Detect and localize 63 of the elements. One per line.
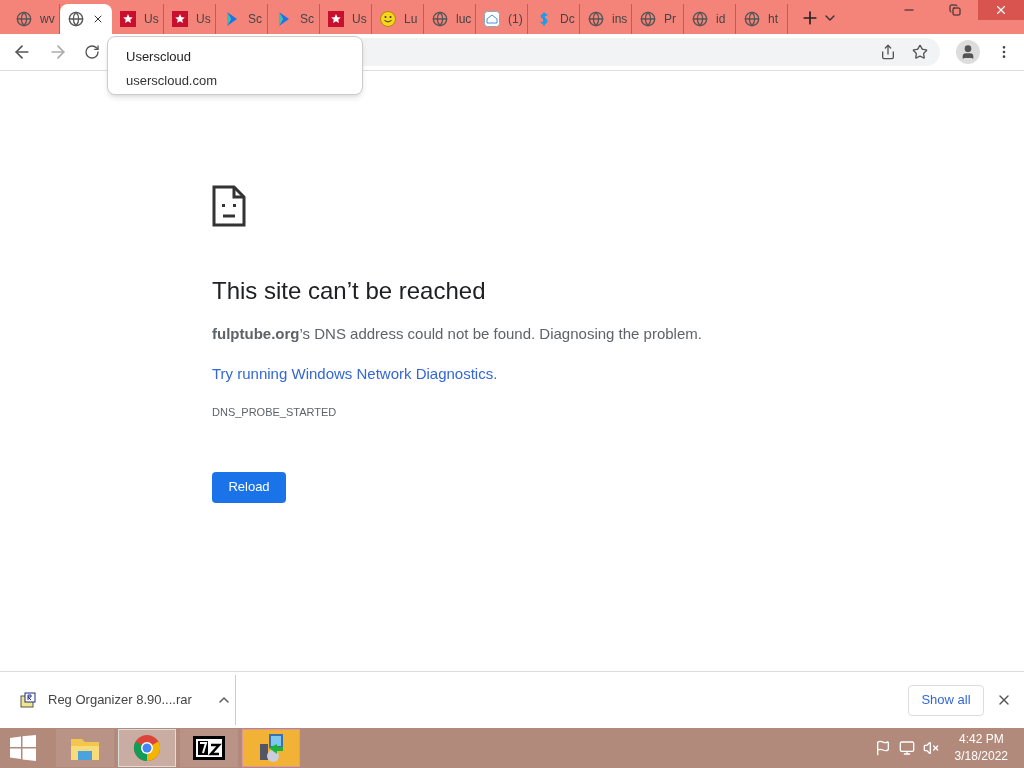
download-filename[interactable]: Reg Organizer 8.90....rar — [48, 690, 192, 710]
clock-date[interactable]: 3/18/2022 — [954, 748, 1008, 765]
tab-title: Sc — [300, 11, 314, 28]
smiley-icon — [380, 11, 396, 27]
error-code: DNS_PROBE_STARTED — [212, 405, 337, 420]
share-icon[interactable] — [880, 44, 896, 60]
network-icon[interactable] — [898, 740, 915, 756]
tab-title: Pr — [664, 11, 676, 28]
browser-tab[interactable]: Lu — [372, 4, 424, 34]
globe-icon — [744, 11, 760, 27]
browser-tab[interactable]: ins — [580, 4, 632, 34]
browser-tab[interactable]: Us — [320, 4, 372, 34]
archiver-icon — [193, 736, 225, 760]
tooltip-title: Userscloud — [126, 48, 193, 66]
globe-icon — [68, 11, 84, 27]
taskbar-app[interactable] — [180, 729, 238, 767]
show-all-button[interactable]: Show all — [908, 684, 984, 716]
globe-icon — [16, 11, 32, 27]
tab-title: id — [716, 11, 726, 28]
profile-avatar[interactable] — [956, 40, 980, 64]
browser-tab[interactable]: Sc — [268, 4, 320, 34]
tab-title: ht — [768, 11, 778, 28]
browser-tab[interactable]: Pr — [632, 4, 684, 34]
globe-icon — [588, 11, 604, 27]
chrome-icon — [133, 734, 161, 762]
tab-title: Lu — [404, 11, 418, 28]
error-title: This site can’t be reached — [212, 276, 486, 306]
browser-tab[interactable]: luc — [424, 4, 476, 34]
restore-icon[interactable] — [949, 4, 961, 16]
muted-speaker-icon[interactable] — [922, 740, 939, 756]
browser-tab[interactable]: (1) — [476, 4, 528, 34]
browser-tab[interactable]: id — [684, 4, 736, 34]
home-icon — [484, 11, 500, 27]
reload-icon[interactable] — [84, 44, 100, 60]
tab-title: Dc — [560, 11, 575, 28]
tab-title: (1) — [508, 11, 523, 28]
tab-title: Sc — [248, 11, 262, 28]
tab-title: wv — [40, 11, 55, 28]
tooltip-url: userscloud.com — [126, 71, 219, 90]
tab-title: Us — [352, 11, 367, 28]
globe-icon — [432, 11, 448, 27]
close-icon — [994, 3, 1008, 17]
tab-title: Us — [196, 11, 211, 28]
archive-file-icon — [20, 692, 36, 708]
windows-start-icon[interactable] — [10, 735, 36, 761]
browser-tab[interactable]: ht — [736, 4, 788, 34]
flag-icon[interactable] — [874, 740, 891, 756]
reload-button[interactable]: Reload — [212, 471, 286, 503]
error-message: fulptube.org’s DNS address could not be found. Diagnosing the problem. — [212, 324, 702, 344]
browser-tab[interactable]: Us — [164, 4, 216, 34]
browser-tab[interactable]: Us — [112, 4, 164, 34]
diagnostics-link[interactable]: Try running Windows Network Diagnostics. — [212, 362, 498, 385]
browser-tab[interactable]: Dc — [528, 4, 580, 34]
globe-icon — [692, 11, 708, 27]
globe-icon — [640, 11, 656, 27]
browser-tab[interactable]: Sc — [216, 4, 268, 34]
browser-tab[interactable] — [60, 4, 112, 34]
tab-title: Us — [144, 11, 159, 28]
clock-time[interactable]: 4:42 PM — [958, 731, 1004, 748]
tab-title: luc — [456, 11, 472, 28]
sad-page-icon — [212, 185, 246, 227]
bookmark-star-icon[interactable] — [912, 44, 928, 60]
tab-title: ins — [612, 11, 628, 28]
